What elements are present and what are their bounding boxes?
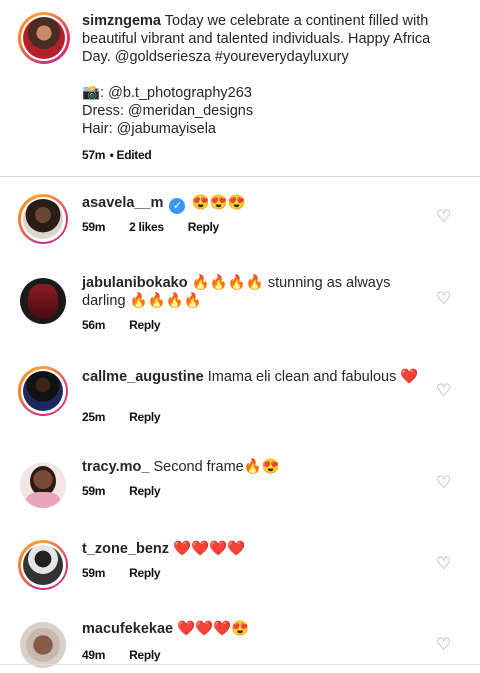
comment-body: 😍😍😍 (191, 195, 246, 211)
comment-time: 59m (82, 484, 106, 498)
reply-button[interactable]: Reply (129, 410, 160, 424)
comment-username[interactable]: t_zone_benz (82, 541, 169, 557)
reply-button[interactable]: Reply (129, 318, 160, 332)
comment-meta: 59m Reply (82, 484, 161, 498)
caption-block: simzngema Today we celebrate a continent… (0, 0, 480, 176)
caption-avatar[interactable] (18, 12, 70, 64)
comment-body: ❤️❤️❤️😍 (177, 621, 250, 637)
heart-outline-icon[interactable]: ♡ (436, 636, 452, 653)
avatar[interactable] (20, 462, 66, 508)
avatar[interactable] (20, 278, 66, 324)
bottom-divider (0, 664, 480, 665)
caption-credit-dress: Dress: @meridan_designs (82, 103, 254, 119)
comment-likes[interactable]: 2 likes (129, 220, 164, 234)
comment-meta: 56m Reply (82, 318, 161, 332)
reply-button[interactable]: Reply (188, 220, 219, 234)
comment-meta: 59m Reply (82, 566, 161, 580)
avatar[interactable] (18, 540, 68, 590)
comment-time: 59m (82, 566, 106, 580)
heart-outline-icon[interactable]: ♡ (436, 290, 452, 307)
comment-meta: 59m 2 likes Reply (82, 220, 219, 234)
caption-username[interactable]: simzngema (82, 13, 161, 29)
comment-time: 56m (82, 318, 106, 332)
comment-text: asavela__m ✓ 😍😍😍 (82, 194, 422, 214)
divider (0, 176, 480, 177)
comment-meta: 25m Reply (82, 410, 161, 424)
reply-button[interactable]: Reply (129, 648, 160, 662)
reply-button[interactable]: Reply (129, 566, 160, 580)
avatar[interactable] (18, 194, 68, 244)
caption-credit-photo: 📸: @b.t_photography263 (82, 85, 252, 101)
heart-outline-icon[interactable]: ♡ (436, 208, 452, 225)
comment-username[interactable]: tracy.mo_ (82, 459, 149, 475)
caption-meta: 57m • Edited (82, 146, 152, 164)
comment-body: ❤️❤️❤️❤️ (173, 541, 246, 557)
comment-time: 25m (82, 410, 106, 424)
comment-time: 49m (82, 648, 106, 662)
verified-badge-icon: ✓ (169, 198, 186, 214)
comment-meta: 49m Reply (82, 648, 161, 662)
avatar[interactable] (20, 622, 66, 668)
caption-time: 57m (82, 148, 106, 162)
comment-username[interactable]: jabulanibokako (82, 275, 188, 291)
comment-username[interactable]: macufekekae (82, 621, 173, 637)
caption-credit-hair: Hair: @jabumayisela (82, 121, 216, 137)
heart-outline-icon[interactable]: ♡ (436, 474, 452, 491)
comment-time: 59m (82, 220, 106, 234)
heart-outline-icon[interactable]: ♡ (436, 382, 452, 399)
comment-text: t_zone_benz ❤️❤️❤️❤️ (82, 540, 422, 558)
avatar[interactable] (18, 366, 68, 416)
comment-body: Imama eli clean and fabulous ❤️ (207, 369, 419, 385)
comment-username[interactable]: asavela__m (82, 195, 163, 211)
heart-outline-icon[interactable]: ♡ (436, 555, 452, 572)
caption-edited: • Edited (109, 148, 152, 162)
comment-text: jabulanibokako 🔥🔥🔥🔥 stunning as always d… (82, 274, 422, 310)
comment-text: callme_augustine Imama eli clean and fab… (82, 368, 422, 386)
reply-button[interactable]: Reply (129, 484, 160, 498)
comment-body: Second frame🔥😍 (153, 459, 280, 475)
comment-text: macufekekae ❤️❤️❤️😍 (82, 620, 422, 638)
comment-username[interactable]: callme_augustine (82, 369, 204, 385)
comment-text: tracy.mo_ Second frame🔥😍 (82, 458, 422, 476)
caption-text: simzngema Today we celebrate a continent… (82, 12, 462, 138)
